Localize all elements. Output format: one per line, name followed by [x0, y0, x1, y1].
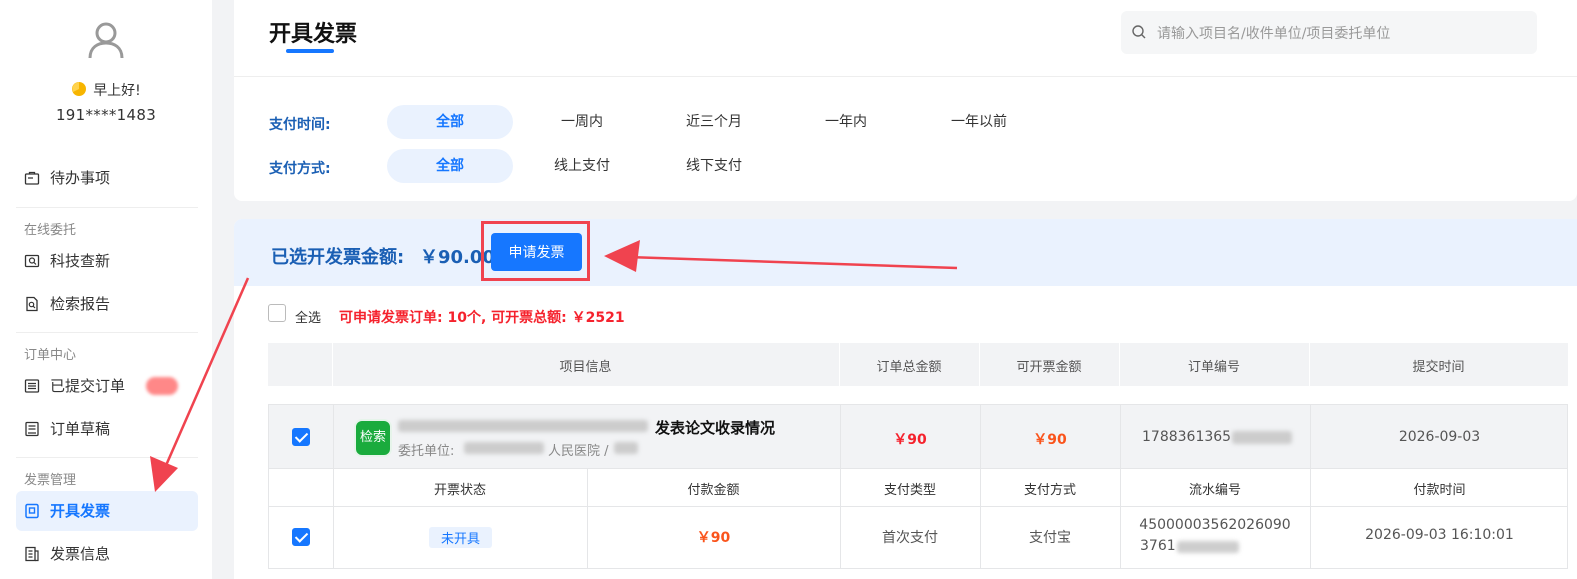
pay-col-amount: 付款金额	[687, 483, 740, 498]
payment-amount: ￥90	[696, 530, 731, 546]
filter-panel: 支付时间: 全部 一周内 近三个月 一年内 一年以前 支付方式: 全部 线上支付…	[234, 77, 1577, 201]
draft-icon	[25, 421, 39, 437]
client-label: 委托单位:	[398, 444, 455, 459]
page-header: 开具发票	[234, 0, 1577, 77]
sidebar-item-label: 开具发票	[50, 502, 111, 520]
col-header-project: 项目信息	[559, 360, 612, 375]
payment-checkbox[interactable]	[292, 528, 310, 546]
pay-col-status: 开票状态	[433, 483, 486, 498]
payment-serial-line1: 45000003562026090	[1139, 517, 1291, 533]
sidebar-item-label: 检索报告	[50, 295, 111, 313]
invoice-status-badge: 未开具	[429, 527, 493, 548]
pay-time-label: 支付时间:	[269, 117, 331, 133]
invoice-icon	[25, 503, 39, 519]
sidebar-item-issue-invoice[interactable]: 开具发票	[16, 491, 198, 531]
search-box[interactable]	[1121, 11, 1537, 56]
sidebar-item-label: 订单草稿	[50, 420, 111, 438]
payment-method: 支付宝	[1029, 530, 1071, 546]
greeting: 早上好!	[0, 80, 212, 100]
redacted-block	[614, 442, 638, 454]
col-header-order-no: 订单编号	[1187, 360, 1240, 375]
pay-method-option-online[interactable]: 线上支付	[525, 149, 639, 183]
search-input[interactable]	[1155, 11, 1529, 56]
sidebar-item-invoice-info[interactable]: 发票信息	[16, 534, 198, 574]
sidebar-item-label: 已提交订单	[50, 377, 126, 395]
divider	[333, 405, 334, 468]
table-header: 项目信息 订单总金额 可开票金额 订单编号 提交时间	[268, 343, 1568, 386]
search-icon	[1132, 25, 1146, 39]
payment-header: 开票状态 付款金额 支付类型 支付方式 流水编号 付款时间	[268, 469, 1568, 507]
greeting-text: 早上好!	[93, 83, 141, 99]
sidebar-item-submitted-orders[interactable]: 已提交订单	[16, 366, 198, 406]
client-value: 人民医院 /	[548, 444, 609, 459]
user-avatar-icon[interactable]	[86, 20, 126, 60]
pay-method-option-all[interactable]: 全部	[387, 149, 513, 183]
invoice-info-icon	[25, 546, 39, 562]
section-title-online: 在线委托	[24, 223, 77, 238]
divider	[16, 457, 198, 458]
sidebar-item-label: 发票信息	[50, 545, 111, 563]
order-number: 1788361365	[1142, 429, 1232, 445]
redacted-block	[464, 442, 544, 454]
select-all-checkbox[interactable]	[268, 304, 286, 322]
sidebar: 早上好! 191****1483 待办事项 在线委托 科技查新 检索报告 订单中…	[0, 0, 212, 579]
redacted-block	[1232, 431, 1292, 444]
redacted-block	[1177, 541, 1239, 553]
sidebar-item-label: 待办事项	[50, 169, 111, 187]
sidebar-item-label: 科技查新	[50, 252, 111, 270]
sun-icon	[72, 82, 87, 96]
sidebar-item-search-report[interactable]: 检索报告	[16, 284, 198, 324]
col-header-submitted: 提交时间	[1412, 360, 1465, 375]
col-header-total: 订单总金额	[876, 360, 942, 375]
user-phone: 191****1483	[55, 106, 157, 124]
pay-time-option-before-year[interactable]: 一年以前	[920, 105, 1038, 139]
divider	[1120, 405, 1121, 468]
divider	[16, 332, 198, 333]
title-underline	[286, 49, 334, 53]
count-badge	[146, 377, 178, 395]
order-checkbox[interactable]	[292, 428, 310, 446]
section-title-invoice: 发票管理	[24, 473, 77, 488]
sidebar-item-todo[interactable]: 待办事项	[16, 158, 198, 198]
pay-method-label: 支付方式:	[269, 161, 331, 177]
pay-col-method: 支付方式	[1023, 483, 1076, 498]
available-summary: 可申请发票订单: 10个, 可开票总额: ￥2521	[339, 310, 625, 326]
payment-serial-line2: 3761	[1140, 538, 1176, 554]
pay-time-option-week[interactable]: 一周内	[525, 105, 639, 139]
pay-time-option-3months[interactable]: 近三个月	[656, 105, 772, 139]
table-row[interactable]: ￥90 ￥90 1788361365 2026-09-03	[268, 404, 1568, 469]
payment-time: 2026-09-03 16:10:01	[1365, 527, 1514, 543]
col-header-invoiceable: 可开票金额	[1016, 360, 1082, 375]
search-card-icon	[24, 254, 40, 268]
pay-time-option-all[interactable]: 全部	[387, 105, 513, 139]
selected-amount-label: 已选开发票金额:	[271, 247, 405, 268]
payment-type: 首次支付	[882, 530, 938, 546]
order-panel: 已选开发票金额: ￥90.00 申请发票 全选 可申请发票订单: 10个, 可开…	[234, 219, 1577, 579]
sidebar-item-order-drafts[interactable]: 订单草稿	[16, 409, 198, 449]
search-service-logo: 检索	[354, 419, 392, 457]
divider	[333, 507, 334, 569]
project-title: 发表论文收录情况	[655, 419, 776, 437]
order-invoiceable: ￥90	[1033, 432, 1067, 448]
select-all-label: 全选	[295, 311, 322, 326]
pay-col-time: 付款时间	[1413, 483, 1466, 498]
list-icon	[24, 379, 40, 393]
section-title-orders: 订单中心	[24, 348, 77, 363]
redacted-block	[398, 420, 648, 432]
selection-bar: 已选开发票金额: ￥90.00 申请发票	[234, 219, 1577, 286]
page-title: 开具发票	[269, 22, 358, 47]
divider	[16, 207, 198, 208]
apply-invoice-button[interactable]: 申请发票	[491, 233, 582, 271]
pay-method-option-offline[interactable]: 线下支付	[656, 149, 772, 183]
pay-time-option-year[interactable]: 一年内	[789, 105, 903, 139]
pay-col-type: 支付类型	[883, 483, 936, 498]
pay-col-serial: 流水编号	[1188, 483, 1241, 498]
briefcase-icon	[24, 171, 40, 185]
report-icon	[26, 296, 38, 312]
sidebar-item-tech-search[interactable]: 科技查新	[16, 241, 198, 281]
order-total: ￥90	[893, 432, 927, 448]
order-submitted-time: 2026-09-03	[1398, 429, 1481, 445]
